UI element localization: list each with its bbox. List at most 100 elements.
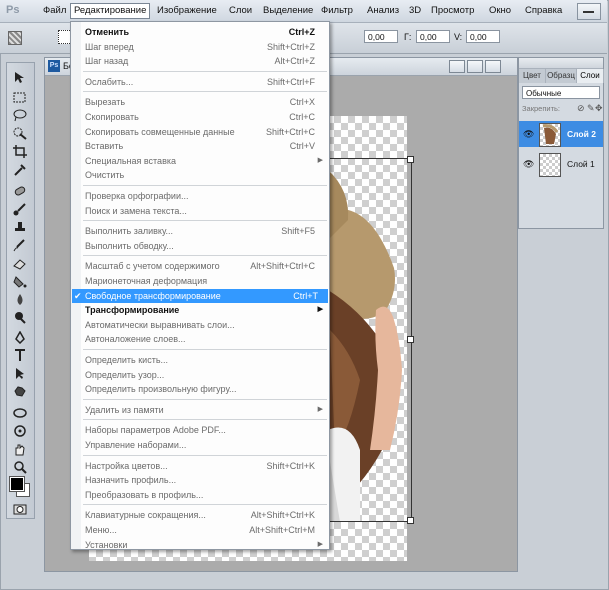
menu-item[interactable]: Ослабить... Shift+Ctrl+F: [85, 75, 325, 89]
transform-tool-icon[interactable]: [8, 31, 22, 45]
menu-item[interactable]: Клавиатурные сокращения... Alt+Shift+Ctrl…: [85, 508, 325, 522]
quick-mask-icon[interactable]: [12, 503, 28, 516]
lock-paint-icon[interactable]: ✎: [587, 103, 595, 114]
minimize-button[interactable]: [577, 3, 601, 20]
layer-name[interactable]: Слой 1: [567, 159, 595, 169]
quick-select-tool-icon[interactable]: [12, 127, 28, 140]
tab-color[interactable]: Цвет: [519, 69, 546, 83]
blend-mode-select[interactable]: Обычные: [522, 86, 600, 99]
menu-layers[interactable]: Слои: [226, 4, 255, 18]
color-swatches[interactable]: [9, 476, 30, 497]
pen-tool-icon[interactable]: [12, 330, 28, 345]
menu-item[interactable]: Удалить из памяти ▶: [85, 403, 325, 417]
menu-item[interactable]: Назначить профиль...: [85, 473, 325, 487]
menu-item[interactable]: Поиск и замена текста...: [85, 204, 325, 218]
type-tool-icon[interactable]: [12, 349, 28, 362]
menu-item[interactable]: Масштаб с учетом содержимого Alt+Shift+Ct…: [85, 259, 325, 273]
menu-image[interactable]: Изображение: [154, 4, 220, 18]
menu-separator: [83, 220, 327, 222]
menu-item[interactable]: Наборы параметров Adobe PDF...: [85, 423, 325, 437]
brush-tool-icon[interactable]: [12, 203, 28, 216]
foreground-color-swatch[interactable]: [9, 476, 25, 492]
menu-view[interactable]: Просмотр: [428, 4, 477, 18]
horizontal-skew-field[interactable]: 0,00: [416, 30, 450, 43]
menu-item[interactable]: ✔ Свободное трансформирование Ctrl+T: [72, 288, 328, 303]
doc-close-button[interactable]: [485, 60, 501, 73]
menu-separator: [83, 70, 327, 72]
menu-item[interactable]: Марионеточная деформация: [85, 274, 325, 288]
layer-name[interactable]: Слой 2: [567, 129, 596, 139]
menu-item[interactable]: Шаг вперед Shift+Ctrl+Z: [85, 40, 325, 54]
panel-header: [519, 58, 603, 69]
menu-item[interactable]: Очистить: [85, 168, 325, 182]
menu-item[interactable]: Выполнить заливку... Shift+F5: [85, 224, 325, 238]
visibility-eye-icon[interactable]: 👁: [523, 159, 534, 170]
menu-item[interactable]: Шаг назад Alt+Ctrl+Z: [85, 54, 325, 68]
menu-select[interactable]: Выделение: [260, 4, 316, 18]
menu-item[interactable]: Определить кисть...: [85, 353, 325, 367]
menu-item-label: Шаг вперед: [85, 41, 134, 52]
menu-item[interactable]: Настройка цветов... Shift+Ctrl+K: [85, 459, 325, 473]
menu-item[interactable]: Скопировать совмещенные данные Shift+Ctrl…: [85, 125, 325, 139]
eraser-tool-icon[interactable]: [12, 257, 28, 270]
submenu-arrow-icon: ▶: [317, 306, 323, 314]
zoom-tool-icon[interactable]: [12, 461, 28, 474]
3d-orbit-tool-icon[interactable]: [12, 425, 28, 438]
menu-item[interactable]: Специальная вставка ▶: [85, 154, 325, 168]
lock-pixels-icon[interactable]: ⊘: [577, 103, 585, 114]
menu-item[interactable]: Преобразовать в профиль...: [85, 488, 325, 502]
history-brush-tool-icon[interactable]: [12, 239, 28, 252]
visibility-eye-icon[interactable]: 👁: [523, 129, 534, 140]
eyedropper-tool-icon[interactable]: [12, 163, 28, 176]
menu-filter[interactable]: Фильтр: [318, 4, 356, 18]
transform-handle[interactable]: [407, 517, 414, 524]
menu-item[interactable]: Трансформирование ▶: [85, 303, 325, 317]
transform-handle[interactable]: [407, 156, 414, 163]
menu-item-label: Отменить: [85, 27, 129, 37]
layer-row[interactable]: 👁 Слой 2: [519, 121, 603, 147]
menu-item-shortcut: Ctrl+V: [289, 141, 315, 152]
menu-edit[interactable]: Редактирование: [70, 3, 151, 19]
custom-shape-tool-icon[interactable]: [12, 385, 28, 398]
menu-file[interactable]: Файл: [40, 4, 69, 18]
menu-item[interactable]: Скопировать Ctrl+C: [85, 110, 325, 124]
lasso-tool-icon[interactable]: [12, 109, 28, 122]
menu-item[interactable]: Автоналожение слоев...: [85, 332, 325, 346]
menu-item[interactable]: Вырезать Ctrl+X: [85, 95, 325, 109]
rotate-angle-field[interactable]: 0,00: [364, 30, 398, 43]
healing-brush-tool-icon[interactable]: [12, 185, 28, 198]
lock-position-icon[interactable]: ✥: [595, 103, 603, 114]
doc-minimize-button[interactable]: [449, 60, 465, 73]
dodge-tool-icon[interactable]: [12, 311, 28, 324]
gradient-tool-icon[interactable]: [12, 275, 28, 288]
menu-help[interactable]: Справка: [522, 4, 565, 18]
tab-swatches[interactable]: Образц: [546, 69, 577, 83]
move-tool-icon[interactable]: [12, 71, 28, 84]
menu-window[interactable]: Окно: [486, 4, 514, 18]
hand-tool-icon[interactable]: [12, 443, 28, 456]
menu-item[interactable]: Управление наборами...: [85, 438, 325, 452]
menu-item[interactable]: Выполнить обводку...: [85, 239, 325, 253]
menu-item[interactable]: Определить узор...: [85, 368, 325, 382]
menu-item[interactable]: Проверка орфографии...: [85, 189, 325, 203]
blur-tool-icon[interactable]: [12, 293, 28, 306]
vertical-skew-field[interactable]: 0,00: [466, 30, 500, 43]
transform-handle[interactable]: [407, 336, 414, 343]
clone-stamp-tool-icon[interactable]: [12, 221, 28, 234]
menu-item[interactable]: Отменить Ctrl+Z: [85, 25, 325, 39]
layer-row[interactable]: 👁 Слой 1: [519, 151, 603, 177]
menu-item[interactable]: Меню... Alt+Shift+Ctrl+M: [85, 523, 325, 537]
checkmark-icon: ✔: [74, 290, 82, 301]
menu-analysis[interactable]: Анализ: [364, 4, 402, 18]
marquee-tool-icon[interactable]: [12, 91, 28, 104]
menu-item[interactable]: Вставить Ctrl+V: [85, 139, 325, 153]
crop-tool-icon[interactable]: [12, 145, 28, 158]
menu-3d[interactable]: 3D: [406, 4, 424, 18]
menu-item[interactable]: Установки ▶: [85, 538, 325, 552]
tab-layers[interactable]: Слои: [577, 69, 604, 83]
doc-restore-button[interactable]: [467, 60, 483, 73]
3d-rotate-tool-icon[interactable]: [12, 407, 28, 420]
path-selection-tool-icon[interactable]: [12, 367, 28, 380]
menu-item[interactable]: Автоматически выравнивать слои...: [85, 318, 325, 332]
menu-item[interactable]: Определить произвольную фигуру...: [85, 382, 325, 396]
